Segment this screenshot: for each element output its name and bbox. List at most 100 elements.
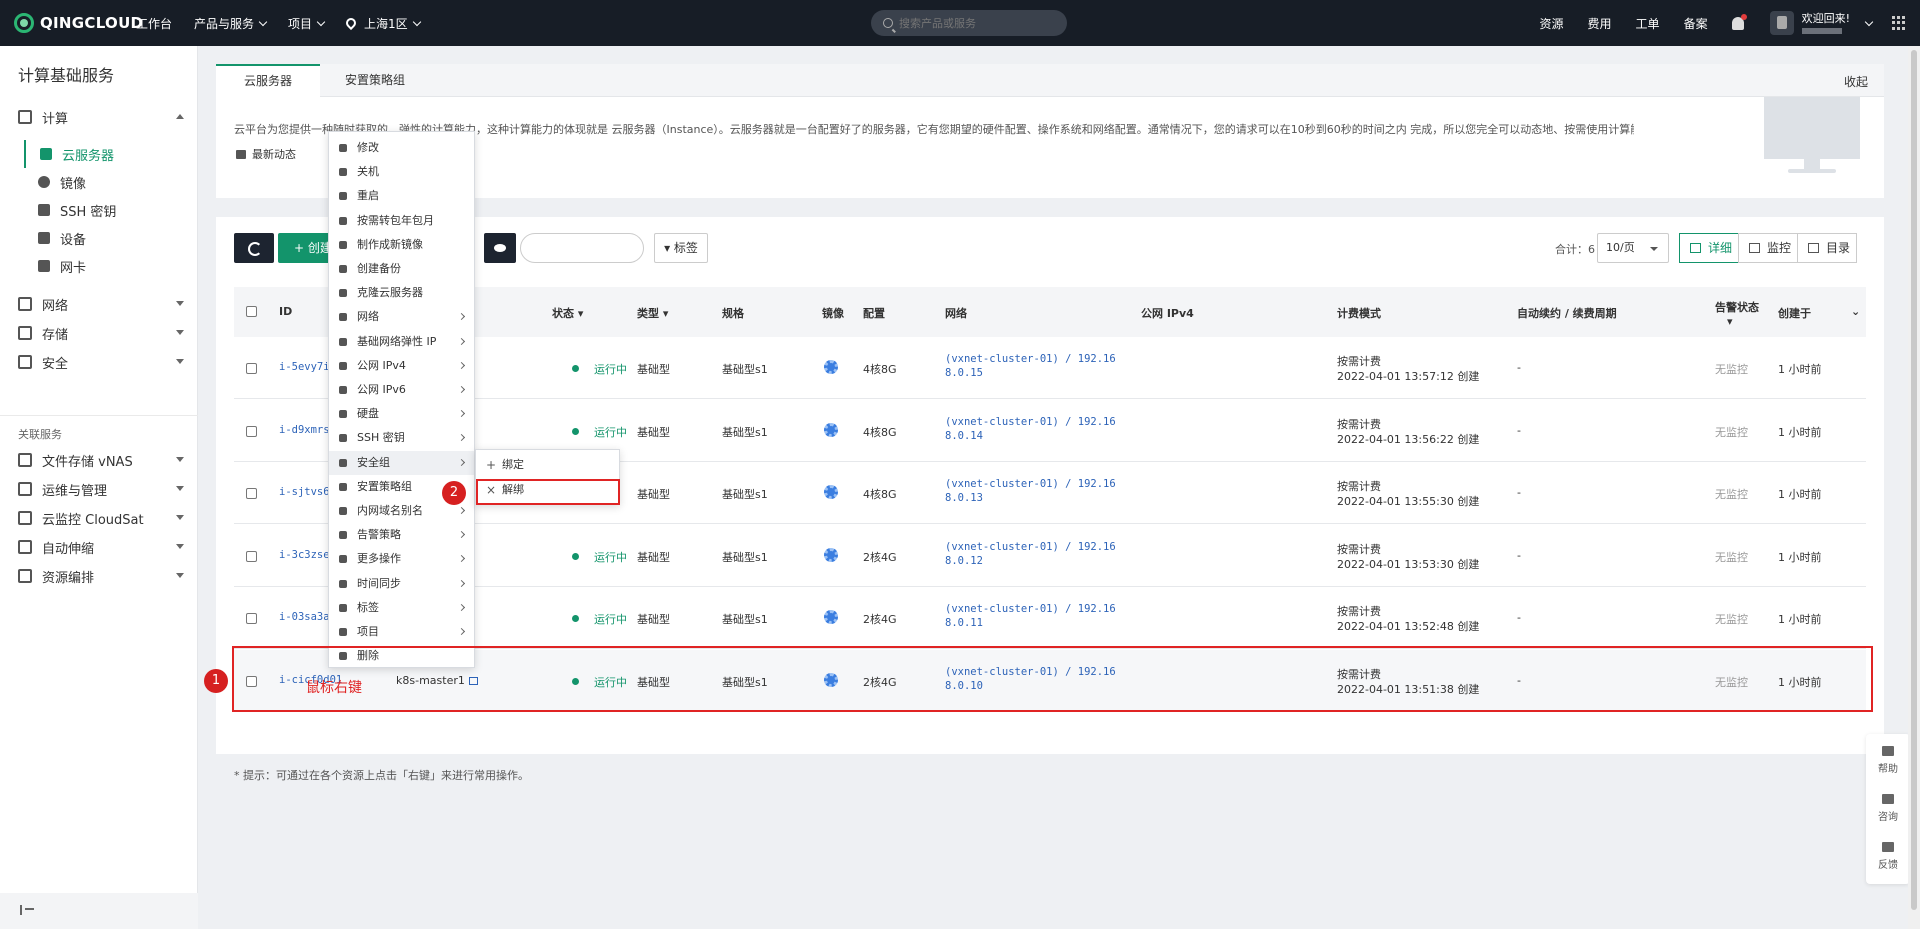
col-alarm[interactable]: 告警状态 ▾	[1715, 299, 1759, 328]
sidebar-item-nic[interactable]: 网卡	[24, 252, 198, 280]
table-row[interactable]: i-3c3zse 运行中 基础型 基础型s1 2核4G (vxnet-cluster-01…	[234, 525, 1866, 587]
row-checkbox[interactable]	[246, 550, 257, 562]
consult-button[interactable]: 咨询	[1866, 794, 1910, 823]
column-settings-chevron-icon[interactable]: ⌄	[1851, 305, 1860, 318]
context-menu-item[interactable]: 关机	[329, 160, 474, 184]
search-input[interactable]	[899, 16, 1049, 30]
context-menu-item[interactable]: 安全组	[329, 450, 474, 475]
network-ip[interactable]: 8.0.13	[945, 492, 983, 504]
user-welcome[interactable]: 欢迎回来!	[1801, 12, 1850, 34]
sidebar-related-autoscaling[interactable]: 自动伸缩	[18, 535, 184, 559]
nav-workbench[interactable]: 工作台	[136, 15, 172, 32]
image-gear-icon[interactable]	[824, 547, 838, 562]
sidebar-related-ops[interactable]: 运维与管理	[18, 477, 184, 501]
logo[interactable]: QINGCLOUD	[14, 12, 143, 34]
tag-filter-button[interactable]: ▾ 标签	[654, 233, 708, 263]
context-menu-item[interactable]: 克隆云服务器	[329, 281, 474, 305]
context-menu-item[interactable]: 项目	[329, 620, 474, 644]
context-menu-item[interactable]: SSH 密钥	[329, 426, 474, 450]
link-filing[interactable]: 备案	[1684, 15, 1708, 32]
table-row[interactable]: i-5evy7i 运行中 基础型 基础型s1 4核8G (vxnet-cluster-01…	[234, 337, 1866, 399]
row-checkbox[interactable]	[246, 363, 257, 374]
user-menu-chevron-icon[interactable]	[1864, 17, 1874, 26]
page-scrollbar[interactable]	[1908, 46, 1920, 929]
nav-products[interactable]: 产品与服务	[194, 15, 268, 32]
context-menu-item[interactable]: 重启	[329, 184, 474, 208]
row-checkbox[interactable]	[246, 425, 257, 437]
tab-instances[interactable]: 云服务器	[216, 64, 321, 97]
nav-project[interactable]: 项目	[288, 15, 326, 32]
row-checkbox[interactable]	[246, 488, 257, 499]
network-link[interactable]: (vxnet-cluster-01) / 192.16	[945, 353, 1116, 365]
network-link[interactable]: (vxnet-cluster-01) / 192.16	[945, 541, 1116, 553]
context-menu-item[interactable]: 硬盘	[329, 402, 474, 426]
tab-placement-groups[interactable]: 安置策略组	[317, 64, 433, 97]
network-ip[interactable]: 8.0.14	[945, 430, 983, 442]
select-all-checkbox[interactable]	[246, 306, 257, 317]
search-filter-input[interactable]	[520, 233, 644, 263]
col-status[interactable]: 状态 ▾	[552, 305, 583, 321]
sidebar-item-instances[interactable]: 云服务器	[24, 140, 198, 168]
collapse-sidebar-icon[interactable]	[20, 905, 34, 915]
col-id[interactable]: ID	[279, 305, 292, 318]
network-link[interactable]: (vxnet-cluster-01) / 192.16	[945, 478, 1116, 490]
row-checkbox[interactable]	[246, 613, 257, 624]
instance-id-link[interactable]: i-5evy7i	[279, 361, 330, 373]
table-row[interactable]: i-03sa3a 运行中 基础型 基础型s1 2核4G (vxnet-cluster-01…	[234, 587, 1866, 649]
view-toggle-button[interactable]	[484, 233, 516, 263]
sidebar-group-network[interactable]: 网络	[18, 292, 184, 316]
network-ip[interactable]: 8.0.15	[945, 367, 983, 379]
image-gear-icon[interactable]	[824, 610, 838, 624]
context-menu-item[interactable]: 制作成新镜像	[329, 233, 474, 257]
context-menu-item[interactable]: 告警策略	[329, 523, 474, 547]
page-size-select[interactable]: 10/页	[1597, 233, 1669, 263]
scrollbar-thumb[interactable]	[1911, 50, 1917, 910]
sidebar-related-cloudsat[interactable]: 云监控 CloudSat	[18, 506, 184, 530]
collapse-intro-link[interactable]: 收起	[1844, 73, 1868, 90]
refresh-button[interactable]	[234, 233, 274, 263]
image-gear-icon[interactable]	[824, 485, 838, 499]
network-link[interactable]: (vxnet-cluster-01) / 192.16	[945, 416, 1116, 428]
context-menu-item[interactable]: 基础网络弹性 IP	[329, 330, 474, 354]
sidebar-related-orchestration[interactable]: 资源编排	[18, 564, 184, 588]
link-billing[interactable]: 费用	[1588, 15, 1612, 32]
view-directory-button[interactable]: 目录	[1797, 233, 1857, 263]
context-menu-item[interactable]: 标签	[329, 596, 474, 620]
help-button[interactable]: 帮助	[1866, 746, 1910, 775]
avatar[interactable]	[1769, 11, 1794, 35]
image-gear-icon[interactable]	[824, 422, 838, 437]
global-search[interactable]	[871, 10, 1067, 36]
sidebar-group-compute[interactable]: 计算	[18, 105, 184, 129]
sidebar-related-vnas[interactable]: 文件存储 vNAS	[18, 448, 184, 472]
context-menu-item[interactable]: 网络	[329, 305, 474, 329]
context-menu-item[interactable]: 修改	[329, 136, 474, 160]
network-ip[interactable]: 8.0.12	[945, 555, 983, 567]
context-menu-item[interactable]: 时间同步	[329, 572, 474, 596]
feedback-button[interactable]: 反馈	[1866, 842, 1910, 871]
sidebar-group-storage[interactable]: 存储	[18, 321, 184, 345]
network-link[interactable]: (vxnet-cluster-01) / 192.16	[945, 603, 1116, 615]
sidebar-item-devices[interactable]: 设备	[24, 224, 198, 252]
instance-id-link[interactable]: i-3c3zse	[279, 549, 330, 561]
sidebar-item-ssh-keys[interactable]: SSH 密钥	[24, 196, 198, 224]
apps-grid-icon[interactable]	[1892, 16, 1906, 30]
context-menu-item[interactable]: 公网 IPv4	[329, 354, 474, 378]
view-monitor-button[interactable]: 监控	[1738, 233, 1798, 263]
sidebar-item-images[interactable]: 镜像	[24, 168, 198, 196]
nav-region[interactable]: 上海1区	[343, 15, 421, 32]
instance-id-link[interactable]: i-03sa3a	[279, 611, 330, 623]
link-tickets[interactable]: 工单	[1636, 15, 1660, 32]
context-menu-item[interactable]: 创建备份	[329, 257, 474, 281]
create-button[interactable]: + 创建	[278, 233, 332, 263]
instance-id-link[interactable]: i-d9xmrs	[279, 424, 330, 436]
sidebar-group-security[interactable]: 安全	[18, 350, 184, 374]
instance-id-link[interactable]: i-sjtvs6	[279, 486, 330, 498]
menu-bind-security-group[interactable]: + 绑定	[476, 453, 619, 477]
view-detail-button[interactable]: 详细	[1679, 233, 1739, 263]
context-menu-item[interactable]: 公网 IPv6	[329, 378, 474, 402]
network-ip[interactable]: 8.0.11	[945, 617, 983, 629]
latest-news-link[interactable]: 最新动态	[236, 146, 296, 162]
link-resources[interactable]: 资源	[1540, 15, 1564, 32]
notification-bell-icon[interactable]	[1731, 13, 1747, 30]
col-type[interactable]: 类型 ▾	[637, 305, 668, 321]
